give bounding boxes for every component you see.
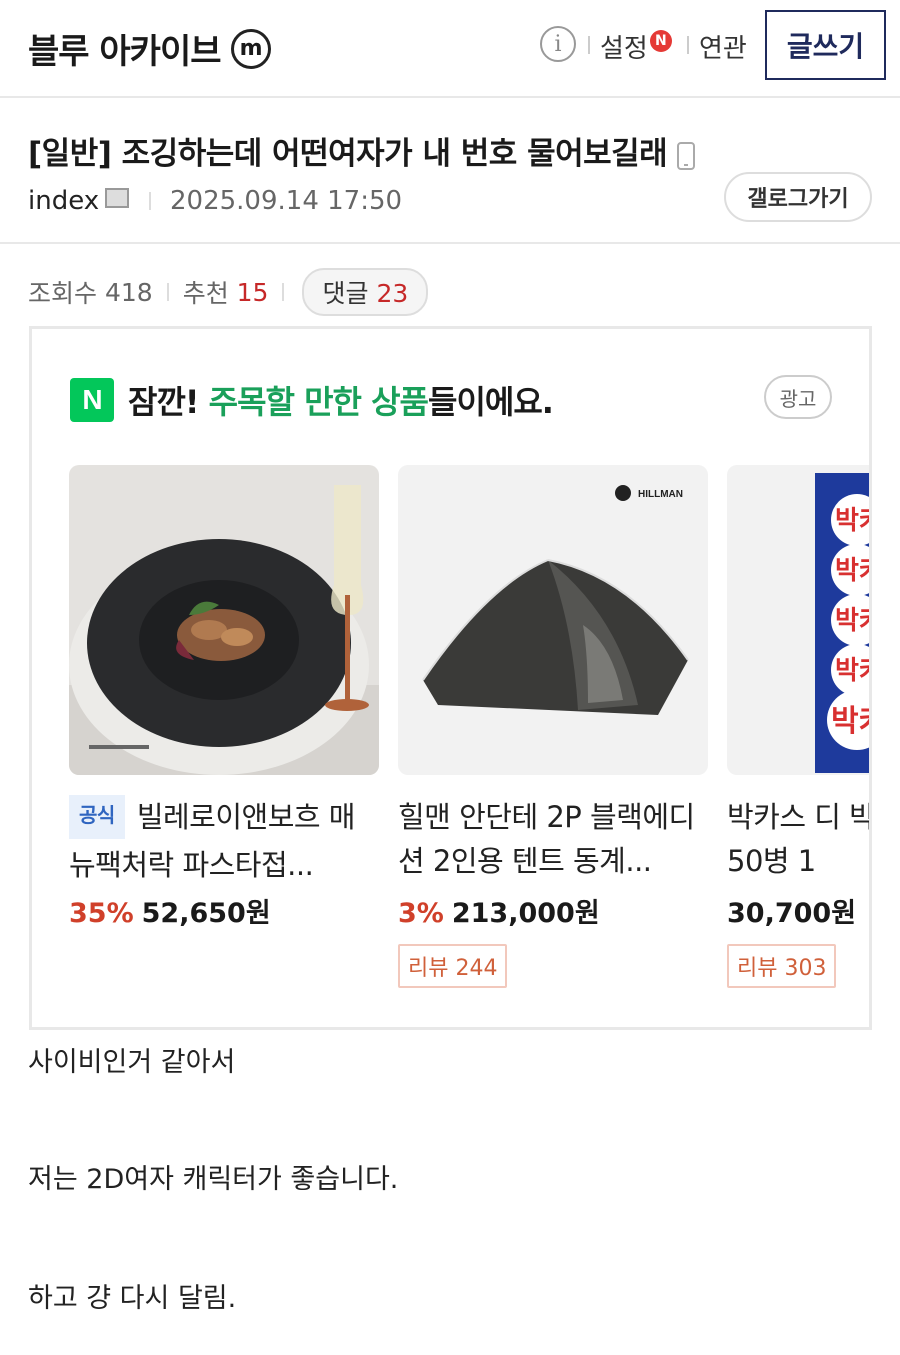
product-card[interactable]: 공식 빌레로이앤보흐 매뉴팩처락 파스타접... 35% 52,650원 [69, 465, 379, 930]
price-value: 30,700원 [727, 898, 857, 929]
info-icon[interactable]: i [540, 26, 576, 62]
box-label: 박카 [835, 506, 872, 536]
price-value: 52,650원 [141, 898, 271, 929]
review-count-badge: 리뷰 244 [398, 944, 508, 988]
box-label: 박카 [835, 606, 872, 636]
discount-rate: 3% [398, 898, 444, 929]
post-title: [일반] 조깅하는데 어떤여자가 내 번호 물어보길래 [28, 128, 696, 173]
official-badge: 공식 [69, 795, 125, 839]
recommend-count: 15 [236, 277, 269, 307]
review-count-badge: 리뷰 303 [727, 944, 837, 988]
post-author[interactable]: index [28, 186, 130, 216]
product-card[interactable]: HILLMAN 힐맨 안단테 2P 블랙에디션 2인용 텐트 동계... 3% 2… [398, 465, 708, 988]
gallog-button[interactable]: 갤로그가기 [724, 172, 872, 222]
recommend-label: 추천 [182, 279, 229, 308]
post-stats: 조회수 418 추천 15 댓글 23 [28, 268, 429, 316]
site-logo-text[interactable]: 블루 아카이브 [28, 24, 222, 73]
post-date: 2025.09.14 17:50 [170, 186, 403, 216]
settings-link[interactable]: 설정 N [600, 28, 672, 65]
post-body-line: 사이비인거 같아서 [28, 1047, 236, 1078]
comments-count[interactable]: 23 [376, 279, 408, 308]
product-price: 35% 52,650원 [69, 891, 379, 930]
post-body-line: 저는 2D여자 캐릭터가 좋습니다. [28, 1164, 399, 1195]
mobile-icon [677, 141, 696, 170]
header-divider [588, 36, 590, 54]
comments-button[interactable]: 댓글 23 [302, 268, 429, 316]
ad-headline-post: 들이에요. [428, 383, 554, 421]
ad-headline-highlight: 주목할 만한 상품 [208, 383, 429, 421]
settings-label[interactable]: 설정 [600, 34, 648, 64]
post-body-line: 하고 걍 다시 달림. [28, 1283, 237, 1314]
product-image-bacchus[interactable]: 박카 박카 박카 박카 박카 [727, 465, 872, 775]
views-label: 조회수 [28, 279, 98, 308]
pasta-plate-image [69, 465, 379, 775]
box-label: 박카 [835, 556, 872, 586]
product-card[interactable]: 박카 박카 박카 박카 박카 박카스 디 박카스 드링크 50병 1 30,70… [727, 465, 872, 988]
header-divider [687, 36, 689, 54]
views-count: 418 [104, 277, 153, 307]
product-name[interactable]: 공식 빌레로이앤보흐 매뉴팩처락 파스타접... [69, 795, 379, 883]
member-icon [105, 187, 130, 208]
new-badge: N [649, 30, 672, 52]
meta-divider [149, 192, 151, 210]
product-image-plate[interactable] [69, 465, 379, 775]
top-header: 블루 아카이브 m i 설정 N 연관 글쓰기 [0, 0, 900, 98]
post-title-text: [일반] 조깅하는데 어떤여자가 내 번호 물어보길래 [28, 136, 668, 172]
box-label: 박카 [831, 704, 872, 739]
naver-logo-icon: N [70, 378, 114, 422]
ad-product-box: N 잠깐! 주목할 만한 상품 들이에요. 광고 공식 빌레로이앤보흐 매뉴팩처… [29, 326, 872, 1030]
ad-badge[interactable]: 광고 [764, 375, 832, 419]
box-label: 박카 [835, 656, 872, 686]
stats-divider [166, 283, 169, 301]
write-button[interactable]: 글쓰기 [765, 10, 886, 80]
tent-image: HILLMAN [398, 465, 708, 775]
product-price: 3% 213,000원 [398, 891, 708, 930]
comments-label[interactable]: 댓글 [322, 279, 368, 308]
brand-mark: HILLMAN [638, 489, 683, 500]
ad-headline: N 잠깐! 주목할 만한 상품 들이에요. [70, 377, 554, 423]
price-value: 213,000원 [451, 898, 600, 929]
product-image-tent[interactable]: HILLMAN [398, 465, 708, 775]
stats-divider [282, 283, 285, 301]
post-header: [일반] 조깅하는데 어떤여자가 내 번호 물어보길래 index 2025.0… [0, 100, 900, 244]
product-name[interactable]: 박카스 디 박카스 드링크 50병 1 [727, 795, 869, 883]
drink-box-image: 박카 박카 박카 박카 박카 [727, 465, 872, 775]
minor-gallery-icon: m [230, 28, 271, 69]
product-name[interactable]: 힐맨 안단테 2P 블랙에디션 2인용 텐트 동계... [398, 795, 708, 883]
site-logo[interactable]: 블루 아카이브 m [28, 24, 271, 73]
related-link[interactable]: 연관 [699, 28, 747, 65]
product-price: 30,700원 [727, 891, 869, 930]
author-name[interactable]: index [28, 186, 99, 216]
ad-headline-pre: 잠깐! [128, 383, 199, 421]
discount-rate: 35% [69, 898, 134, 929]
